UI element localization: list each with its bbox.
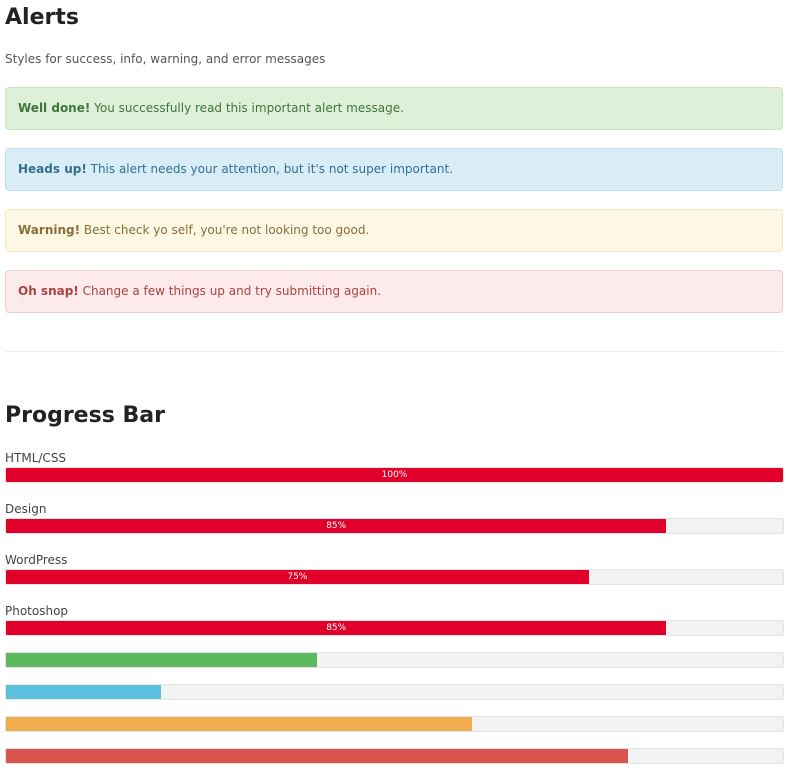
skill-label-html-css: HTML/CSS xyxy=(5,451,67,465)
alert-danger-text: Change a few things up and try submittin… xyxy=(78,284,382,298)
progress-bar-design: 85% xyxy=(6,519,667,533)
section-divider xyxy=(5,351,783,352)
alert-info: Heads up! This alert needs your attentio… xyxy=(5,148,783,191)
progress-bar-wordpress: 75% xyxy=(6,570,589,584)
alert-danger: Oh snap! Change a few things up and try … xyxy=(5,270,783,313)
progress-track-design: 85% xyxy=(5,518,784,534)
progress-heading: Progress Bar xyxy=(5,403,165,428)
progress-bar-warning xyxy=(6,717,473,731)
alert-warning: Warning! Best check yo self, you're not … xyxy=(5,209,783,252)
alerts-subtitle: Styles for success, info, warning, and e… xyxy=(5,52,326,66)
alert-danger-strong: Oh snap! xyxy=(18,284,79,298)
progress-track-wordpress: 75% xyxy=(5,569,784,585)
progress-bar-info xyxy=(6,685,162,699)
alert-info-strong: Heads up! xyxy=(18,162,87,176)
progress-track-danger xyxy=(5,748,784,764)
progress-track-photoshop: 85% xyxy=(5,620,784,636)
alert-info-text: This alert needs your attention, but it'… xyxy=(86,162,454,176)
progress-bar-photoshop: 85% xyxy=(6,621,667,635)
progress-track-success xyxy=(5,652,784,668)
progress-bar-success xyxy=(6,653,317,667)
skill-label-photoshop: Photoshop xyxy=(5,604,69,618)
progress-bar-html-css: 100% xyxy=(6,468,783,482)
alert-warning-strong: Warning! xyxy=(18,223,81,237)
skill-label-wordpress: WordPress xyxy=(5,553,68,567)
progress-track-html-css: 100% xyxy=(5,467,784,483)
alert-success-text: You successfully read this important ale… xyxy=(90,101,404,115)
progress-track-info xyxy=(5,684,784,700)
progress-track-warning xyxy=(5,716,784,732)
alerts-heading: Alerts xyxy=(5,5,79,30)
progress-bar-danger xyxy=(6,749,628,763)
alert-success-strong: Well done! xyxy=(18,101,91,115)
alert-success: Well done! You successfully read this im… xyxy=(5,87,783,130)
skill-label-design: Design xyxy=(5,502,47,516)
page: Alerts Styles for success, info, warning… xyxy=(0,0,798,781)
alert-warning-text: Best check yo self, you're not looking t… xyxy=(80,223,370,237)
